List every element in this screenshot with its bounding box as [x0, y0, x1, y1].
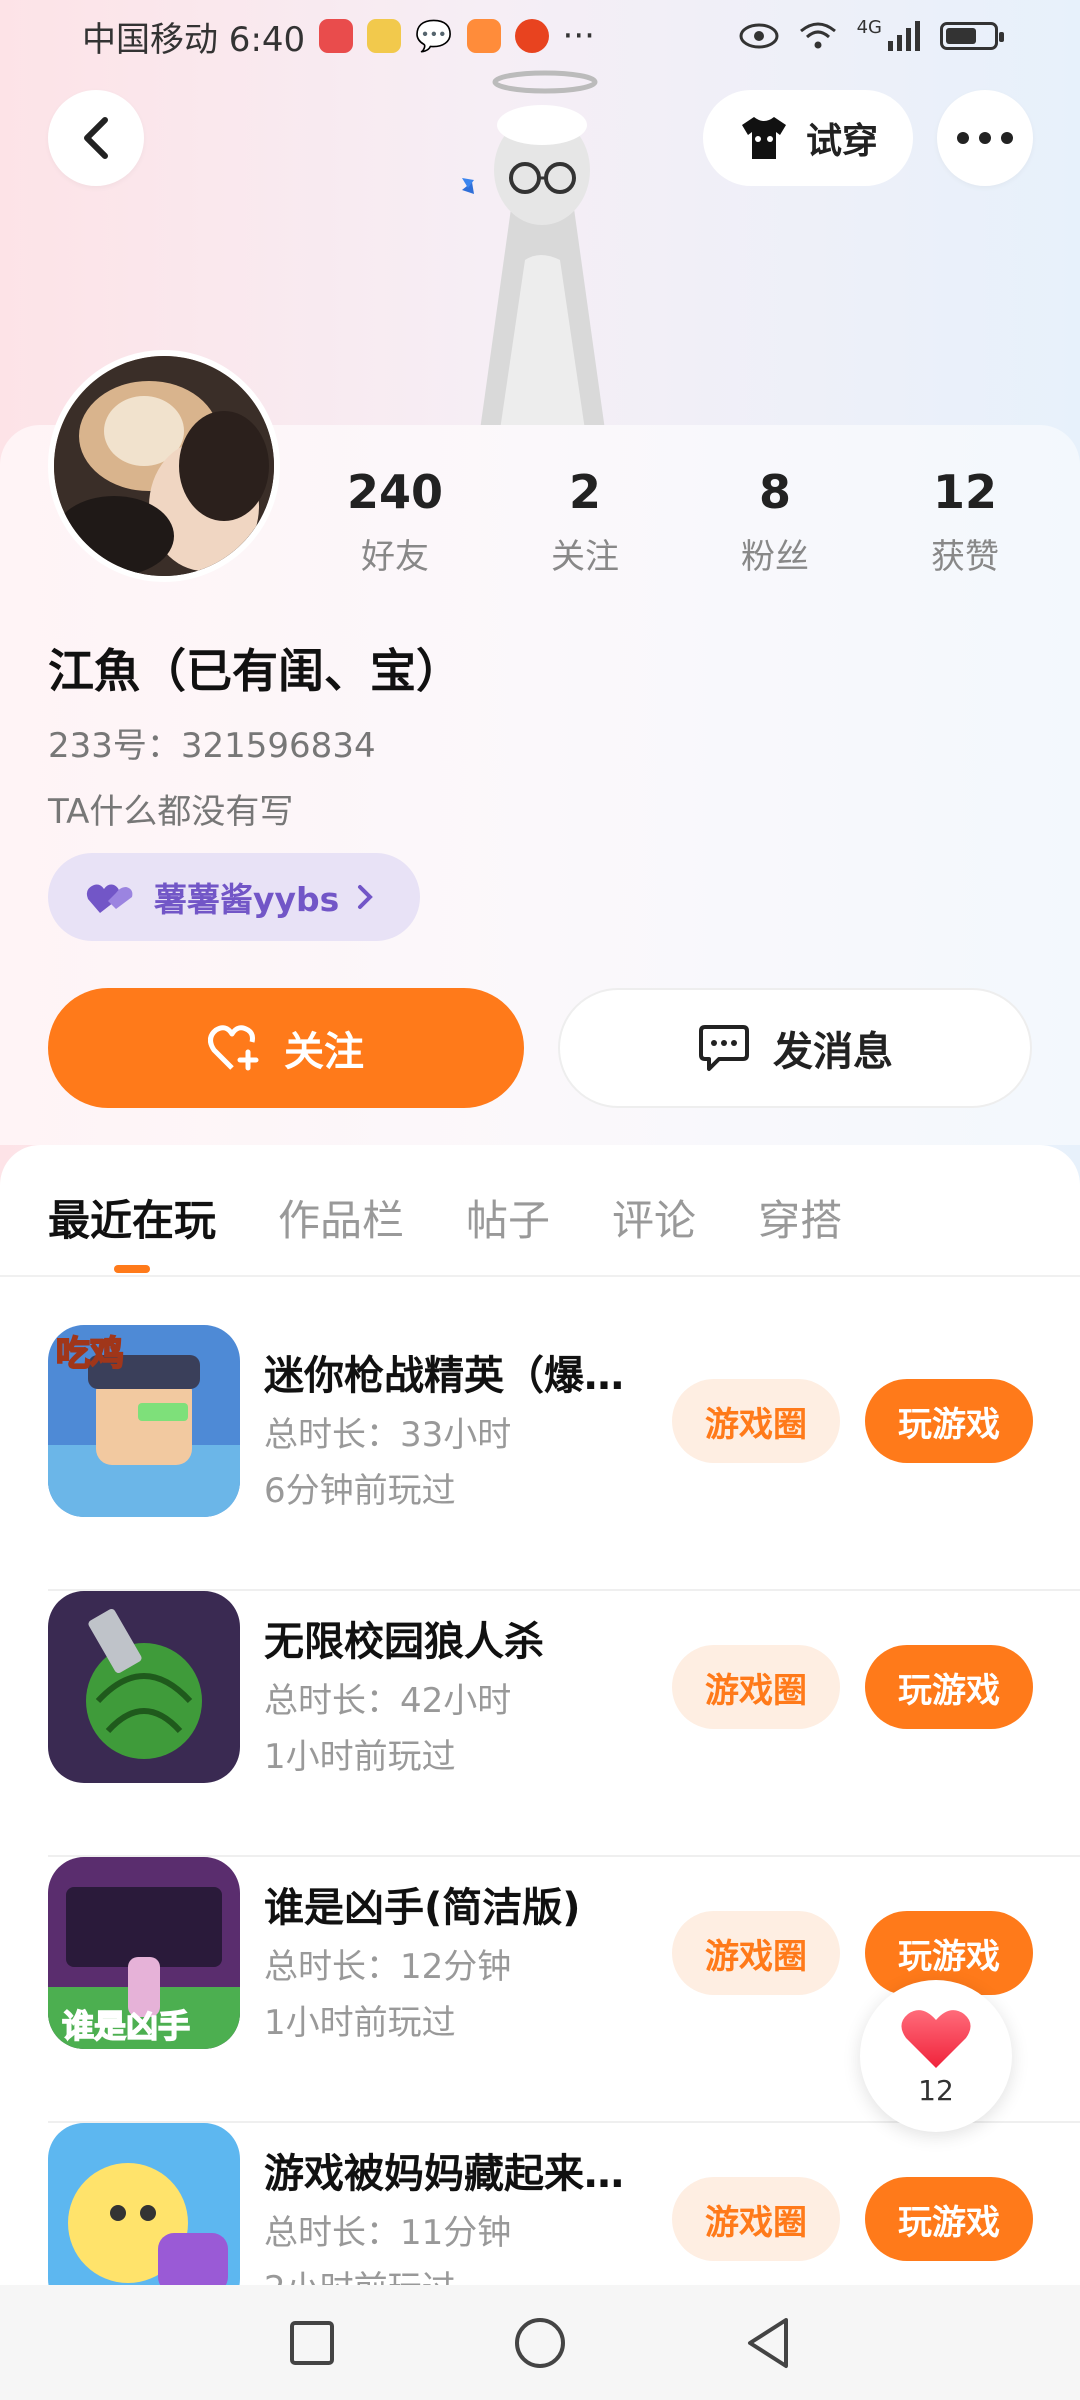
game-title: 谁是凶手(简洁版) — [264, 1885, 581, 1931]
play-game-button[interactable]: 玩游戏 — [865, 1379, 1033, 1463]
app-notification-icon — [319, 19, 354, 53]
follow-label: 关注 — [284, 1029, 364, 1075]
message-label: 发消息 — [773, 1029, 893, 1075]
chevron-right-icon — [358, 885, 374, 909]
game-duration: 总时长：33小时 — [264, 1415, 512, 1455]
stat-label: 获赞 — [931, 537, 999, 577]
user-avatar[interactable] — [48, 350, 280, 582]
tshirt-icon — [741, 117, 786, 159]
eye-icon — [739, 23, 779, 49]
tabs-divider — [0, 1275, 1080, 1277]
game-circle-button[interactable]: 游戏圈 — [672, 1911, 840, 1995]
wechat-icon: 💬 — [415, 18, 453, 54]
stat-value: 12 — [932, 465, 997, 519]
profile-screen: 中国移动 6:40 💬 ··· 4G 试穿 240 好友 2 关注 8 粉丝 1… — [0, 0, 1080, 2400]
back-button[interactable] — [48, 90, 144, 186]
tab-outfits[interactable]: 穿搭 — [758, 1187, 842, 1248]
more-notifications-icon: ··· — [562, 16, 595, 56]
send-message-button[interactable]: 发消息 — [558, 988, 1032, 1108]
system-nav-bar — [0, 2285, 1080, 2400]
like-button[interactable]: 12 — [860, 1980, 1012, 2132]
home-icon[interactable] — [513, 2316, 567, 2370]
double-heart-icon — [86, 884, 133, 913]
stat-following[interactable]: 2 关注 — [490, 465, 680, 578]
user-id: 233号：321596834 — [48, 726, 376, 766]
friend-tag-pill[interactable]: 薯薯酱yybs — [48, 853, 420, 941]
battery-icon — [940, 22, 1004, 50]
user-bio: TA什么都没有写 — [48, 792, 294, 832]
game-title: 无限校园狼人杀 — [264, 1619, 544, 1665]
back-nav-icon[interactable] — [744, 2316, 792, 2370]
game-circle-button[interactable]: 游戏圈 — [672, 1645, 840, 1729]
game-duration: 总时长：42小时 — [264, 1681, 512, 1721]
game-circle-button[interactable]: 游戏圈 — [672, 2177, 840, 2261]
tab-comments[interactable]: 评论 — [612, 1187, 696, 1248]
play-app-icon — [466, 19, 501, 53]
try-on-label: 试穿 — [805, 121, 878, 162]
heart-icon — [901, 2009, 971, 2068]
profile-tabs: 最近在玩 作品栏 帖子 评论 穿搭 — [48, 1187, 842, 1248]
stat-label: 关注 — [551, 537, 619, 577]
try-on-button[interactable]: 试穿 — [703, 90, 913, 186]
game-last-played: 1小时前玩过 — [264, 1737, 456, 1777]
stat-value: 2 — [568, 465, 601, 519]
stat-friends[interactable]: 240 好友 — [300, 465, 490, 578]
follow-button[interactable]: 关注 — [48, 988, 524, 1108]
app-notification-icon — [367, 19, 402, 53]
friend-tag-label: 薯薯酱yybs — [154, 880, 340, 919]
game-duration: 总时长：11分钟 — [264, 2213, 512, 2253]
signal-icon — [888, 21, 920, 51]
carrier-time: 中国移动 6:40 — [82, 19, 306, 60]
tab-recently-played[interactable]: 最近在玩 — [48, 1187, 216, 1248]
stats-row: 240 好友 2 关注 8 粉丝 12 获赞 — [300, 465, 1060, 578]
stat-label: 粉丝 — [741, 537, 809, 577]
game-title: 迷你枪战精英（爆… — [264, 1353, 624, 1399]
game-last-played: 6分钟前玩过 — [264, 1471, 456, 1511]
game-thumbnail: 吃鸡 — [48, 1325, 240, 1517]
game-icon-badge: 吃鸡 — [56, 1334, 124, 1374]
network-type: 4G — [856, 16, 882, 38]
game-last-played: 1小时前玩过 — [264, 2003, 456, 2043]
stat-value: 8 — [758, 465, 791, 519]
stat-label: 好友 — [361, 537, 429, 577]
user-name: 江魚（已有闺、宝） — [48, 644, 462, 698]
stat-likes[interactable]: 12 获赞 — [870, 465, 1060, 578]
game-icon[interactable]: 谁是凶手 — [48, 1857, 240, 2049]
game-thumbnail — [48, 1591, 240, 1783]
play-game-button[interactable]: 玩游戏 — [865, 2177, 1033, 2261]
chat-bubble-icon — [699, 1025, 749, 1071]
tab-posts[interactable]: 帖子 — [466, 1187, 550, 1248]
avatar-photo — [54, 356, 274, 576]
tab-works[interactable]: 作品栏 — [278, 1187, 404, 1248]
chevron-left-icon — [84, 117, 108, 159]
game-row[interactable]: 无限校园狼人杀 总时长：42小时 1小时前玩过 游戏圈 玩游戏 — [0, 1591, 1080, 1857]
wifi-icon — [799, 22, 836, 49]
game-icon[interactable]: 吃鸡 — [48, 1325, 240, 1517]
stat-fans[interactable]: 8 粉丝 — [680, 465, 870, 578]
heart-plus-icon — [208, 1025, 259, 1071]
game-duration: 总时长：12分钟 — [264, 1947, 512, 1987]
stat-value: 240 — [346, 465, 444, 519]
recent-apps-icon[interactable] — [288, 2319, 336, 2367]
game-row[interactable]: 吃鸡 迷你枪战精英（爆… 总时长：33小时 6分钟前玩过 游戏圈 玩游戏 — [0, 1325, 1080, 1591]
game-title: 游戏被妈妈藏起来… — [264, 2151, 624, 2197]
app-notification-icon — [514, 19, 549, 53]
game-thumbnail: 谁是凶手 — [48, 1857, 240, 2049]
more-dots-icon — [957, 132, 1013, 144]
like-count: 12 — [918, 2073, 954, 2107]
avatar-figure-image — [462, 70, 605, 430]
game-icon[interactable] — [48, 1591, 240, 1783]
game-icon-badge: 谁是凶手 — [62, 2007, 190, 2045]
game-list: 吃鸡 迷你枪战精英（爆… 总时长：33小时 6分钟前玩过 游戏圈 玩游戏 无限校… — [0, 1325, 1080, 2389]
game-circle-button[interactable]: 游戏圈 — [672, 1379, 840, 1463]
play-game-button[interactable]: 玩游戏 — [865, 1645, 1033, 1729]
more-options-button[interactable] — [937, 90, 1033, 186]
